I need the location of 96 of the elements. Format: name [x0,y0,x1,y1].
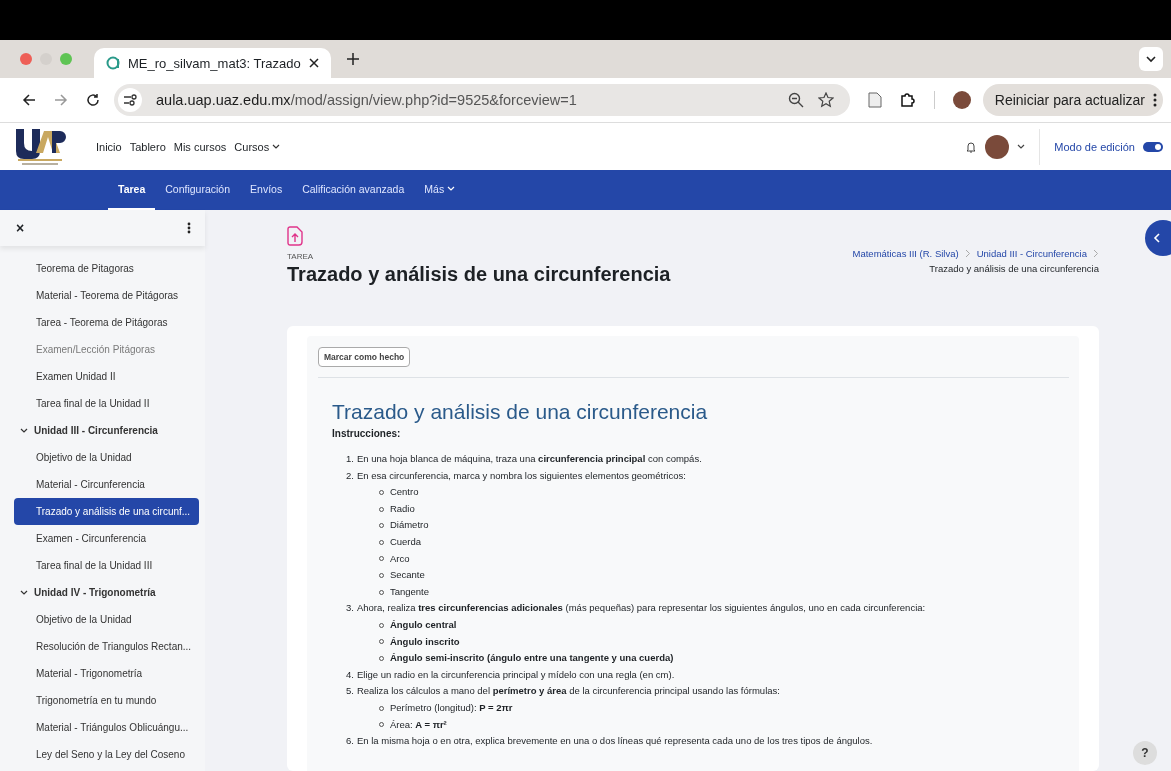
caret-icon[interactable] [1017,143,1026,150]
list-item-text: Ángulo central [389,617,457,632]
chevron-icon[interactable] [20,427,28,434]
nav-tab[interactable]: Calificación avanzada [292,170,415,210]
list-item-text: Ángulo semi-inscrito (ángulo entre una tangente y una cuerda) [389,651,674,666]
puzzle-icon[interactable] [899,92,916,108]
browser-tab[interactable]: ME_ro_silvam_mat3: Trazado [94,48,331,78]
section-heading[interactable]: Unidad IV - Trigonometría [34,587,156,598]
list-item-text: Cuerda [389,534,422,549]
list-item-text: Perímetro (longitud): P = 2πr [389,700,513,715]
breadcrumb-link[interactable]: Unidad III - Circunferencia [976,248,1087,259]
university-logo[interactable] [14,126,66,167]
list-item-text: Tangente [389,584,430,599]
nav-tab[interactable]: Configuración [155,170,241,210]
list-item-text: Centro [389,485,419,500]
course-index-item[interactable]: Tarea - Teorema de Pitágoras [14,309,199,336]
nav-tab[interactable]: Envíos [240,170,293,210]
file-upload-icon [287,226,303,246]
chevron-down-icon[interactable] [1139,47,1163,71]
activity-type-label: TAREA [287,252,314,261]
nav-link[interactable]: Cursos [234,140,281,153]
more-vertical-icon[interactable] [1153,93,1157,107]
step-text: En una hoja blanca de máquina, traza una circunferencia principal con compás. [356,453,702,464]
course-index-item[interactable]: Material - Triángulos Oblicuángu... [14,714,199,741]
list-item-text: Arco [389,551,410,566]
forward-icon[interactable] [54,93,68,107]
chevron-left-icon [1153,233,1161,243]
update-button[interactable]: Reiniciar para actualizar [982,84,1163,116]
edit-mode-label: Modo de edición [1054,140,1135,153]
list-item-text: Diámetro [389,518,429,533]
section-heading[interactable]: Unidad III - Circunferencia [34,425,158,436]
course-index-item[interactable]: Material - Teorema de Pitágoras [14,282,199,309]
nav-link[interactable]: Tablero [129,140,166,153]
course-index-item[interactable]: Trigonometría en tu mundo [14,687,199,714]
back-icon[interactable] [22,93,36,107]
star-icon[interactable] [817,92,834,108]
address-bar[interactable]: aula.uap.uaz.edu.mx/mod/assign/view.php?id=9525&forceview=1 [114,84,850,116]
breadcrumb-current: Trazado y análisis de una circunferencia [929,263,1099,274]
bell-icon[interactable] [965,140,978,153]
course-index-item[interactable]: Ley del Seno y la Ley del Coseno [14,741,199,768]
list-item-text: Ángulo inscrito [389,634,460,649]
list-item-text: Área: A = πr² [389,717,447,732]
more-vertical-icon[interactable] [187,222,191,234]
course-index-item[interactable]: Trazado y análisis de una circunf... [14,498,199,525]
close-drawer-button[interactable]: × [16,220,25,236]
step-number: 6. [346,734,354,749]
zoom-out-icon[interactable] [787,92,804,108]
course-index-item[interactable]: Examen - Circunferencia [14,525,199,552]
step-number: 1. [346,452,354,466]
nav-link[interactable]: Inicio [96,140,122,153]
close-icon[interactable] [308,58,319,68]
list-item-text: Secante [389,568,425,583]
course-index-item[interactable]: Teorema de Pitagoras [14,255,199,282]
assignment-title: Trazado y análisis de una circunferencia [332,400,709,424]
step-number: 5. [346,684,354,699]
nav-link[interactable]: Mis cursos [173,140,227,153]
open-drawer-button[interactable] [1145,220,1171,256]
caret-icon [272,143,281,150]
mark-done-button[interactable]: Marcar como hecho [318,347,411,367]
step-text: Realiza los cálculos a mano del perímetro y área de la circunferencia principal usando las fórmulas: [356,685,780,697]
step-text: En esa circunferencia, marca y nombra los siguientes elementos geométricos: [356,469,686,481]
course-index-item[interactable]: Material - Circunferencia [14,471,199,498]
page-title: Trazado y análisis de una circunferencia [287,263,671,286]
edit-mode-toggle[interactable] [1143,141,1163,152]
chevron-right-icon [1093,249,1099,258]
course-index-item[interactable]: Examen Unidad II [14,363,199,390]
course-index-item[interactable]: Resolución de Triangulos Rectan... [14,633,199,660]
step-text: En la misma hoja o en otra, explica brevemente en una o dos líneas qué representa cada uno de los tres tipos de ángulos. [356,735,873,747]
breadcrumb-link[interactable]: Matemáticas III (R. Silva) [852,248,959,259]
course-index-item[interactable]: Tarea final de la Unidad III [14,552,199,579]
site-settings-icon[interactable] [118,88,142,112]
new-tab-icon[interactable] [346,53,359,65]
chevron-right-icon [964,249,971,258]
list-item-text: Radio [389,501,415,516]
site-logo-icon [106,56,120,70]
step-number: 3. [346,601,354,616]
course-index-item[interactable]: Tarea final de la Unidad II [14,390,199,417]
document-icon[interactable] [867,92,882,108]
step-number: 2. [346,468,354,483]
course-index-item[interactable]: Examen/Lección Pitágoras [14,336,199,363]
course-index-item[interactable]: Objetivo de la Unidad [14,444,199,471]
reload-icon[interactable] [86,93,100,107]
profile-avatar[interactable] [952,91,971,109]
chevron-icon[interactable] [20,589,28,596]
instructions-label: Instrucciones: [332,428,402,439]
nav-tab[interactable]: Más [414,170,466,210]
help-button[interactable]: ? [1133,741,1157,765]
user-avatar[interactable] [985,134,1010,159]
step-text: Ahora, realiza tres circunferencias adicionales (más pequeñas) para representar los siguientes ángulos, uno en cada circunferencia: [356,602,926,614]
window-maximize-dot[interactable] [60,53,72,65]
course-index-item[interactable]: Material - Trigonometría [14,660,199,687]
course-index-item[interactable]: Objetivo de la Unidad [14,606,199,633]
caret-icon [447,186,456,192]
window-close-dot[interactable] [20,53,32,65]
step-number: 4. [346,667,354,682]
step-text: Elige un radio en la circunferencia principal y mídelo con una regla (en cm). [356,668,675,680]
